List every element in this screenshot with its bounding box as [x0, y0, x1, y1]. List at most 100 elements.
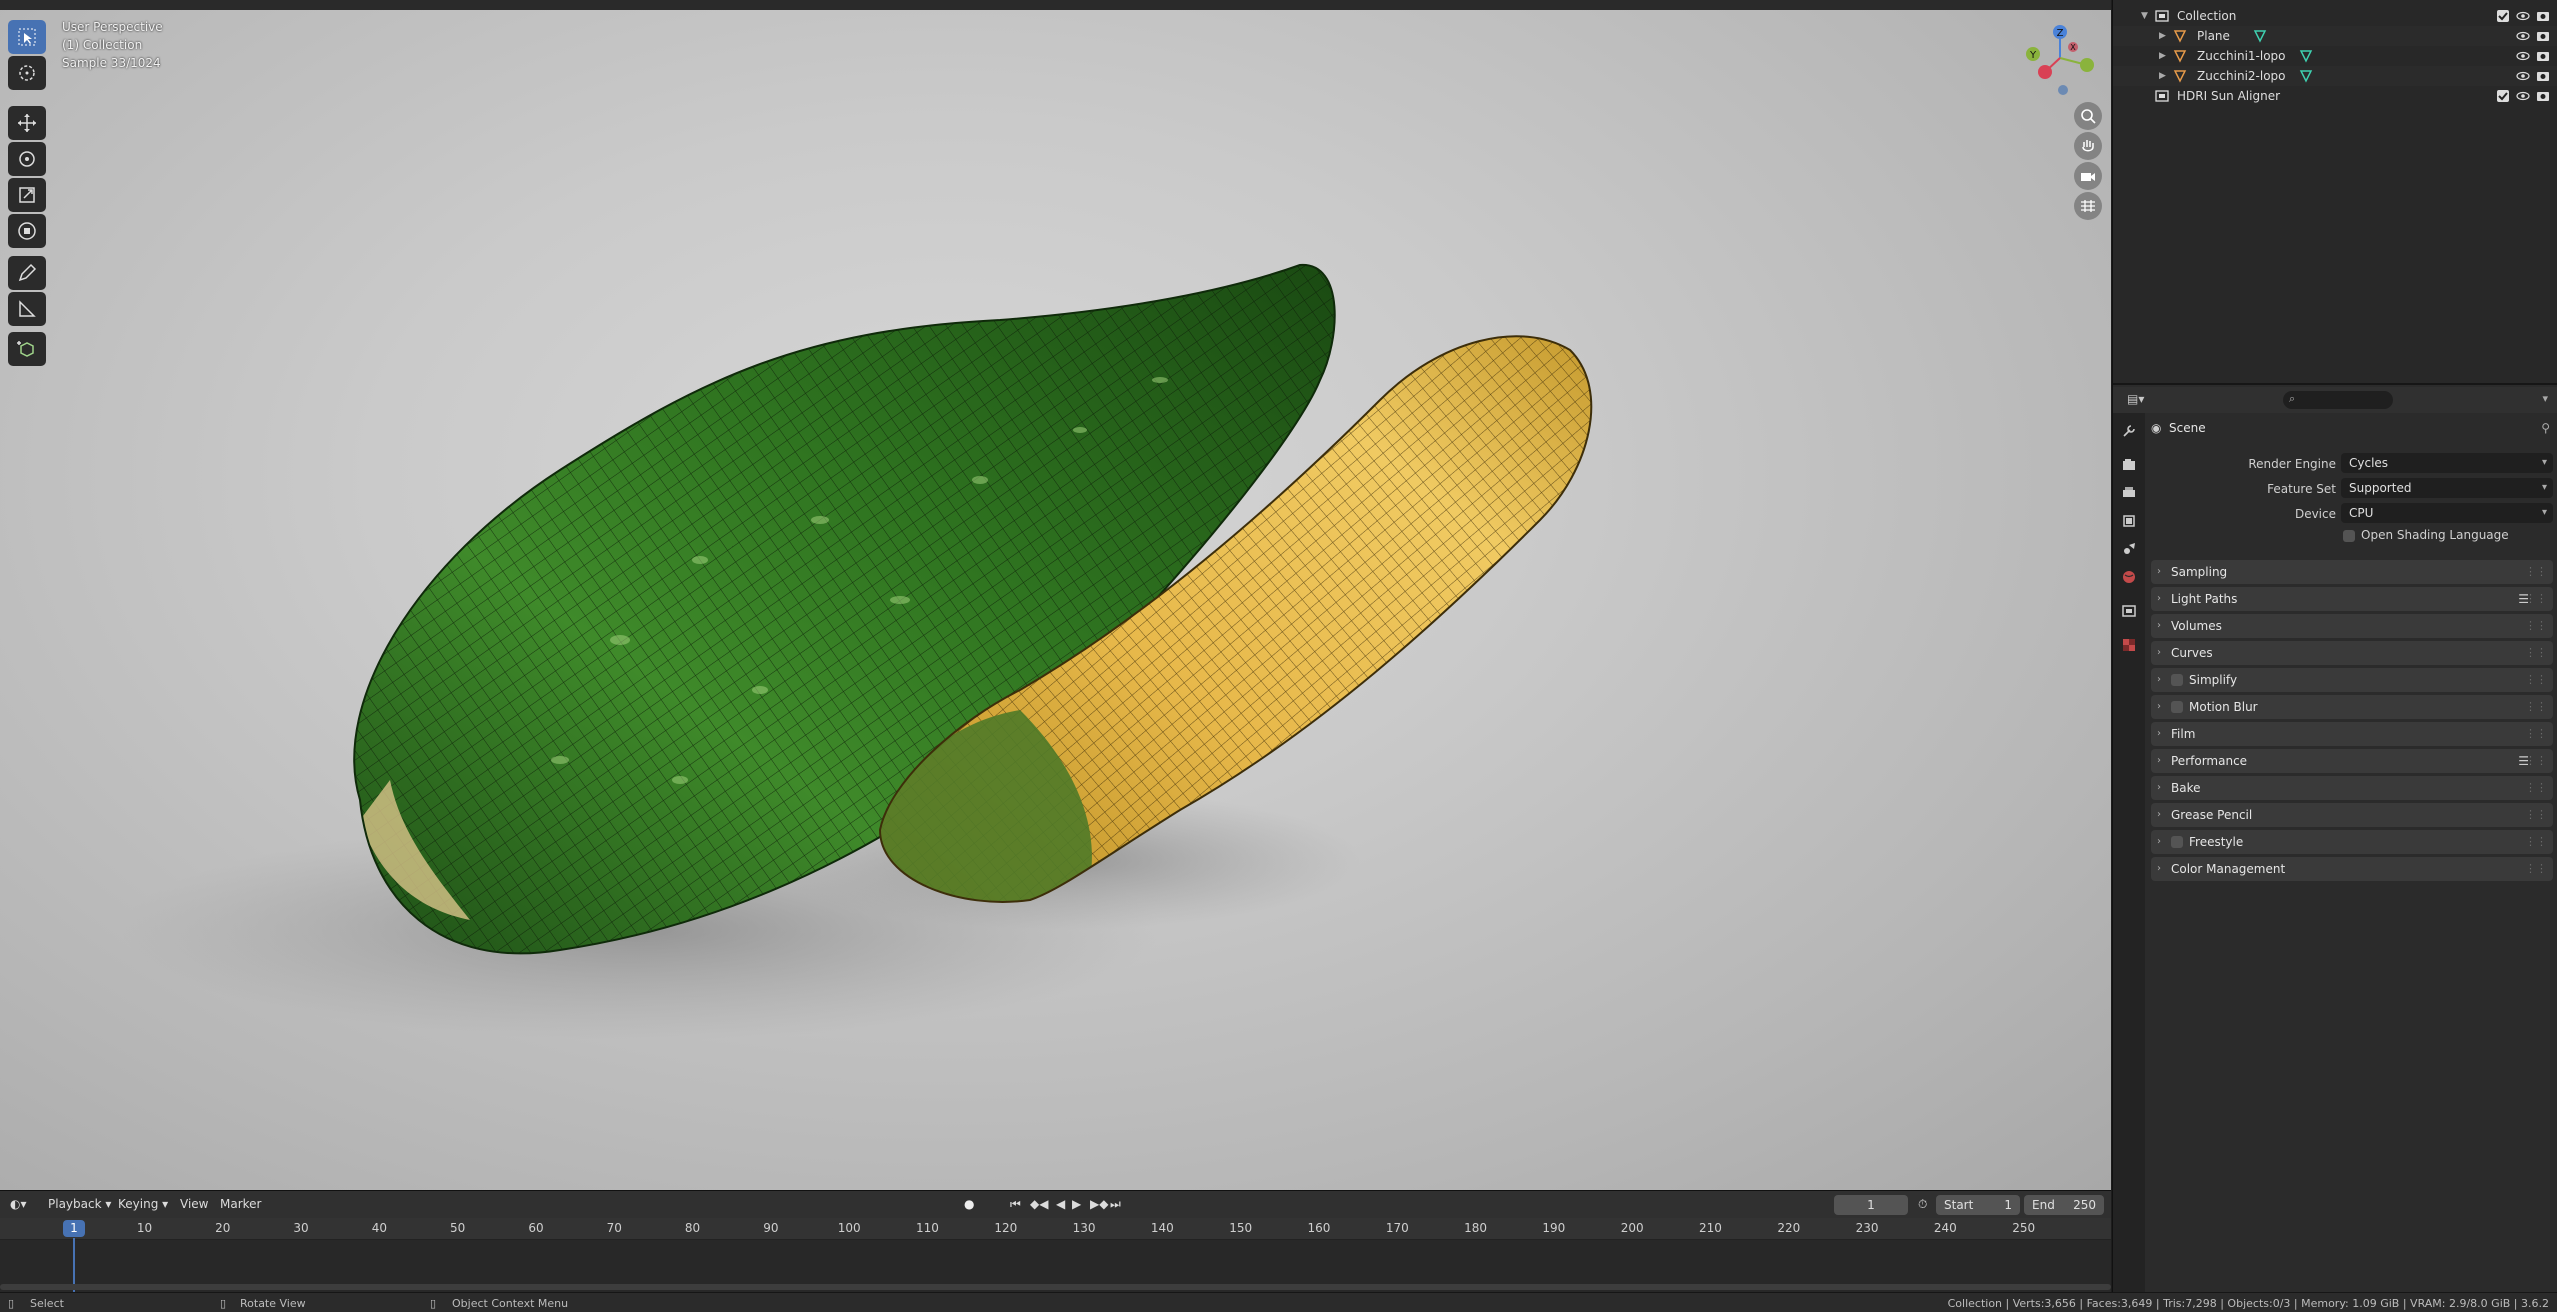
eye-icon[interactable]	[2516, 29, 2530, 43]
drag-grip-icon[interactable]: ⋮⋮	[2525, 749, 2547, 773]
record-icon[interactable]: ●	[964, 1197, 974, 1211]
drag-grip-icon[interactable]: ⋮⋮	[2525, 560, 2547, 584]
select-box-tool[interactable]	[8, 20, 46, 54]
drag-grip-icon[interactable]: ⋮⋮	[2525, 614, 2547, 638]
current-frame-field[interactable]: 1	[1834, 1195, 1908, 1215]
panel-color-management[interactable]: › Color Management ⋮⋮	[2151, 857, 2553, 881]
freestyle-checkbox[interactable]	[2171, 836, 2183, 848]
motion-blur-checkbox[interactable]	[2171, 701, 2183, 713]
drag-grip-icon[interactable]: ⋮⋮	[2525, 722, 2547, 746]
tab-scene[interactable]	[2119, 539, 2139, 559]
eye-icon[interactable]	[2516, 69, 2530, 83]
camera-render-icon[interactable]	[2536, 49, 2550, 63]
menu-view[interactable]: View	[180, 1197, 208, 1211]
ortho-toggle-button[interactable]	[2074, 192, 2102, 220]
properties-search[interactable]: ⌕	[2283, 391, 2393, 409]
outliner-row-plane[interactable]: ▶ Plane	[2113, 26, 2557, 46]
simplify-checkbox[interactable]	[2171, 674, 2183, 686]
drag-grip-icon[interactable]: ⋮⋮	[2525, 803, 2547, 827]
end-frame-field[interactable]: End 250	[2024, 1195, 2104, 1215]
feature-set-select[interactable]: Supported ▾	[2341, 478, 2553, 498]
camera-render-icon[interactable]	[2536, 69, 2550, 83]
camera-view-button[interactable]	[2074, 162, 2102, 190]
expand-arrow-icon[interactable]: ▶	[2159, 26, 2166, 46]
start-frame-field[interactable]: Start 1	[1936, 1195, 2020, 1215]
pan-button[interactable]	[2074, 132, 2102, 160]
eye-icon[interactable]	[2516, 9, 2530, 23]
camera-render-icon[interactable]	[2536, 9, 2550, 23]
panel-bake[interactable]: › Bake ⋮⋮	[2151, 776, 2553, 800]
panel-motion-blur[interactable]: › Motion Blur ⋮⋮	[2151, 695, 2553, 719]
panel-film[interactable]: › Film ⋮⋮	[2151, 722, 2553, 746]
drag-grip-icon[interactable]: ⋮⋮	[2525, 857, 2547, 881]
eye-icon[interactable]	[2516, 49, 2530, 63]
device-select[interactable]: CPU ▾	[2341, 503, 2553, 523]
render-engine-select[interactable]: Cycles ▾	[2341, 453, 2553, 473]
panel-curves[interactable]: › Curves ⋮⋮	[2151, 641, 2553, 665]
drag-grip-icon[interactable]: ⋮⋮	[2525, 668, 2547, 692]
panel-performance[interactable]: › Performance ☰ ⋮⋮	[2151, 749, 2553, 773]
checkbox-icon[interactable]	[2496, 89, 2510, 103]
stopwatch-icon[interactable]: ⏱	[1918, 1197, 1927, 1212]
playhead[interactable]: 1	[63, 1220, 85, 1237]
3d-viewport[interactable]: User Perspective (1) Collection Sample 3…	[0, 0, 2111, 1190]
tab-world[interactable]	[2119, 567, 2139, 587]
timeline[interactable]: 1102030405060708090100110120130140150160…	[0, 1218, 2111, 1298]
next-keyframe-icon[interactable]: ▶◆	[1090, 1197, 1108, 1211]
gizmo-y-axis[interactable]	[2080, 58, 2094, 72]
editor-type-icon[interactable]: ▤▾	[2127, 392, 2144, 406]
drag-grip-icon[interactable]: ⋮⋮	[2525, 695, 2547, 719]
tab-render[interactable]	[2119, 455, 2139, 475]
outliner[interactable]: ▼ Collection ▶ Plane ▶ Zucchini1-lopo ▶ …	[2113, 0, 2557, 385]
camera-render-icon[interactable]	[2536, 89, 2550, 103]
properties-editor[interactable]: ▤▾ ⌕ ▾ ◉ Scene ⚲ Render Engine Cycles ▾ F…	[2113, 387, 2557, 1292]
osl-checkbox[interactable]	[2343, 530, 2355, 542]
menu-playback[interactable]: Playback ▾	[48, 1197, 111, 1211]
jump-end-icon[interactable]: ⏭	[1110, 1197, 1121, 1212]
expand-arrow-icon[interactable]: ▶	[2159, 46, 2166, 66]
transform-tool[interactable]	[8, 214, 46, 248]
drag-grip-icon[interactable]: ⋮⋮	[2525, 776, 2547, 800]
prev-keyframe-icon[interactable]: ◆◀	[1030, 1197, 1048, 1211]
tab-collection[interactable]	[2119, 601, 2139, 621]
move-tool[interactable]	[8, 106, 46, 140]
eye-icon[interactable]	[2516, 89, 2530, 103]
outliner-row-zucchini2[interactable]: ▶ Zucchini2-lopo	[2113, 66, 2557, 86]
measure-tool[interactable]	[8, 292, 46, 326]
play-reverse-icon[interactable]: ◀	[1056, 1197, 1065, 1211]
timeline-scrollbar[interactable]	[0, 1284, 2111, 1290]
menu-keying[interactable]: Keying ▾	[118, 1197, 168, 1211]
expand-arrow-icon[interactable]: ▼	[2141, 6, 2148, 26]
play-icon[interactable]: ▶	[1072, 1197, 1081, 1211]
outliner-row-hdri[interactable]: HDRI Sun Aligner	[2113, 86, 2557, 106]
editor-type-icon[interactable]: ◐▾	[10, 1197, 27, 1211]
outliner-row-collection[interactable]: ▼ Collection	[2113, 6, 2557, 26]
gizmo-x-axis[interactable]	[2038, 65, 2052, 79]
tab-texture[interactable]	[2119, 635, 2139, 655]
drag-grip-icon[interactable]: ⋮⋮	[2525, 587, 2547, 611]
panel-freestyle[interactable]: › Freestyle ⋮⋮	[2151, 830, 2553, 854]
drag-grip-icon[interactable]: ⋮⋮	[2525, 641, 2547, 665]
mesh-data-icon[interactable]	[2253, 29, 2267, 43]
pin-icon[interactable]: ⚲	[2541, 421, 2550, 435]
zoom-button[interactable]	[2074, 102, 2102, 130]
navigation-gizmo[interactable]: Z Y X	[2015, 20, 2095, 100]
tab-tool[interactable]	[2119, 421, 2139, 441]
tab-view-layer[interactable]	[2119, 511, 2139, 531]
scale-tool[interactable]	[8, 178, 46, 212]
frame-ruler[interactable]: 1102030405060708090100110120130140150160…	[0, 1218, 2111, 1240]
panel-volumes[interactable]: › Volumes ⋮⋮	[2151, 614, 2553, 638]
gizmo-neg-z[interactable]	[2058, 85, 2068, 95]
rotate-tool[interactable]	[8, 142, 46, 176]
checkbox-icon[interactable]	[2496, 9, 2510, 23]
mesh-data-icon[interactable]	[2299, 49, 2313, 63]
mesh-data-icon[interactable]	[2299, 69, 2313, 83]
jump-start-icon[interactable]: ⏮	[1010, 1197, 1021, 1212]
header-dropdown-icon[interactable]: ▾	[2542, 392, 2548, 405]
cursor-tool[interactable]	[8, 56, 46, 90]
panel-light-paths[interactable]: › Light Paths ☰ ⋮⋮	[2151, 587, 2553, 611]
panel-sampling[interactable]: › Sampling ⋮⋮	[2151, 560, 2553, 584]
annotate-tool[interactable]	[8, 256, 46, 290]
outliner-row-zucchini1[interactable]: ▶ Zucchini1-lopo	[2113, 46, 2557, 66]
render-canvas[interactable]	[0, 0, 2111, 1190]
